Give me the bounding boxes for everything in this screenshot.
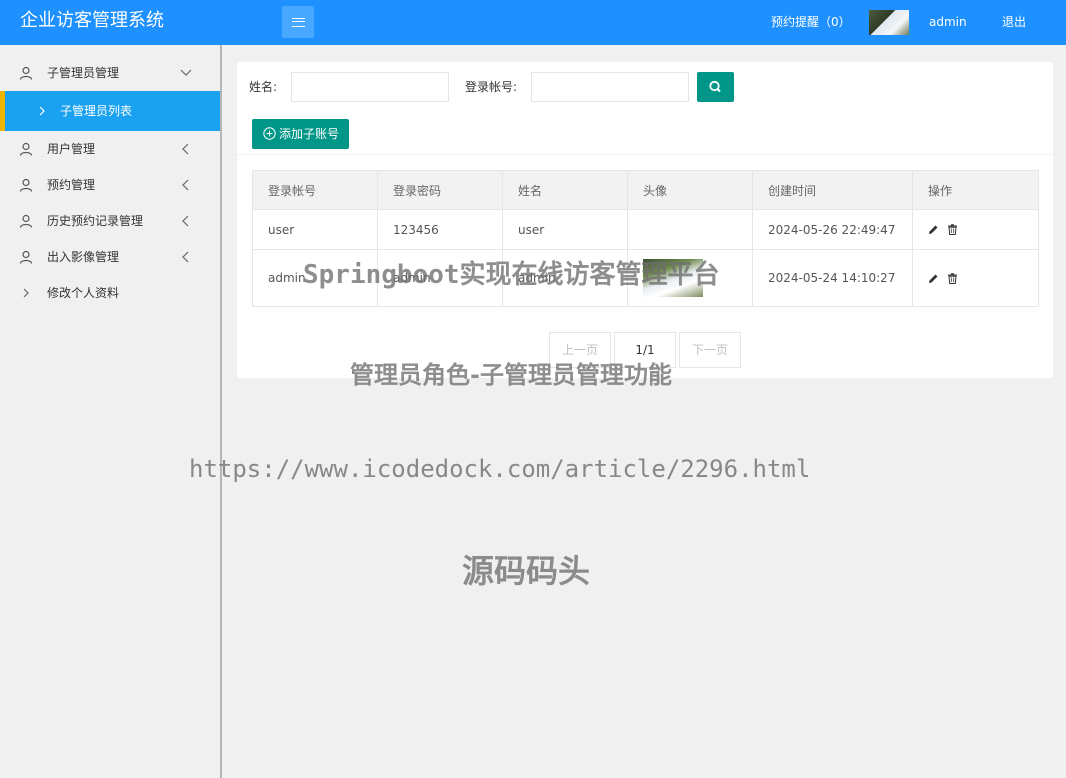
table-row: user 123456 user 2024-05-26 22:49:47 (252, 209, 1039, 250)
user-icon (19, 142, 33, 156)
column-header: 登录帐号 (252, 170, 378, 210)
avatar-thumbnail (643, 259, 703, 297)
account-filter-label: 登录帐号: (465, 80, 518, 94)
created-time-cell: 2024-05-26 22:49:47 (752, 209, 913, 250)
sidebar-subitem-sub-admin-list[interactable]: 子管理员列表 (0, 91, 220, 131)
top-header: 企业访客管理系统 预约提醒（0） admin 退出 (0, 0, 1066, 45)
account-cell: admin (252, 249, 378, 307)
sidebar: 子管理员管理 子管理员列表 用户管理 预约管理 历史预约记录管理 出入影像管理 … (0, 45, 222, 778)
sidebar-item-label: 子管理员管理 (47, 66, 120, 80)
user-icon (19, 178, 33, 192)
chevron-left-icon (182, 143, 189, 155)
password-cell: 123456 (377, 209, 503, 250)
edit-icon[interactable] (928, 273, 939, 284)
avatar-cell (627, 209, 753, 250)
user-icon (19, 214, 33, 228)
sidebar-item-access-image-management[interactable]: 出入影像管理 (0, 239, 220, 275)
appointment-reminder-link[interactable]: 预约提醒（0） (771, 14, 851, 30)
column-header: 姓名 (502, 170, 628, 210)
sidebar-item-history-management[interactable]: 历史预约记录管理 (0, 203, 220, 239)
actions-cell (912, 249, 1039, 307)
password-cell: admin (377, 249, 503, 307)
name-cell: admin (502, 249, 628, 307)
current-username[interactable]: admin (929, 14, 967, 30)
watermark-url: https://www.icodedock.com/article/2296.h… (189, 455, 811, 483)
actions-cell (912, 209, 1039, 250)
table-header-row: 登录帐号 登录密码 姓名 头像 创建时间 操作 (252, 170, 1039, 210)
current-page-indicator: 1/1 (614, 332, 676, 368)
sidebar-item-edit-profile[interactable]: 修改个人资料 (0, 275, 220, 311)
chevron-left-icon (182, 179, 189, 191)
logout-button[interactable]: 退出 (1002, 14, 1026, 30)
prev-page-button[interactable]: 上一页 (549, 332, 611, 368)
name-filter-input[interactable] (291, 72, 449, 102)
search-button[interactable] (697, 72, 734, 102)
column-header: 登录密码 (377, 170, 503, 210)
search-icon (709, 80, 721, 93)
sidebar-item-user-management[interactable]: 用户管理 (0, 131, 220, 167)
user-avatar[interactable] (869, 10, 909, 35)
hamburger-icon (291, 17, 305, 27)
add-sub-account-button[interactable]: 添加子账号 (252, 119, 349, 149)
chevron-down-icon (180, 69, 192, 76)
chevron-left-icon (182, 251, 189, 263)
user-icon (19, 250, 33, 264)
column-header: 创建时间 (752, 170, 913, 210)
sidebar-subitem-label: 子管理员列表 (60, 104, 133, 118)
sidebar-item-label: 预约管理 (47, 178, 96, 192)
chevron-right-icon (39, 106, 45, 116)
sidebar-item-sub-admin-management[interactable]: 子管理员管理 (0, 55, 220, 91)
account-cell: user (252, 209, 378, 250)
name-filter-label: 姓名: (249, 80, 278, 94)
avatar-cell (627, 249, 753, 307)
edit-icon[interactable] (928, 224, 939, 235)
table-row: admin admin admin 2024-05-24 14:10:27 (252, 249, 1039, 307)
created-time-cell: 2024-05-24 14:10:27 (752, 249, 913, 307)
sidebar-item-label: 修改个人资料 (47, 286, 120, 300)
sidebar-item-label: 历史预约记录管理 (47, 214, 144, 228)
delete-icon[interactable] (947, 224, 958, 235)
user-icon (19, 66, 33, 80)
watermark-brand: 源码码头 (462, 552, 591, 590)
chevron-left-icon (182, 215, 189, 227)
menu-toggle-button[interactable] (282, 6, 314, 38)
column-header: 头像 (627, 170, 753, 210)
plus-circle-icon (263, 127, 276, 140)
sidebar-item-appointment-management[interactable]: 预约管理 (0, 167, 220, 203)
add-sub-account-label: 添加子账号 (279, 127, 340, 141)
next-page-button[interactable]: 下一页 (679, 332, 741, 368)
account-filter-input[interactable] (531, 72, 689, 102)
sidebar-item-label: 用户管理 (47, 142, 96, 156)
sidebar-item-label: 出入影像管理 (47, 250, 120, 264)
main-panel: 姓名: 登录帐号: 添加子账号 登录帐号 登录密码 姓名 头像 创建时间 操作 … (237, 62, 1053, 378)
delete-icon[interactable] (947, 272, 958, 284)
app-title: 企业访客管理系统 (20, 10, 164, 31)
chevron-right-icon (23, 288, 29, 298)
divider (237, 154, 1053, 155)
name-cell: user (502, 209, 628, 250)
column-header: 操作 (912, 170, 1039, 210)
sub-admin-table: 登录帐号 登录密码 姓名 头像 创建时间 操作 user 123456 user… (252, 170, 1039, 307)
